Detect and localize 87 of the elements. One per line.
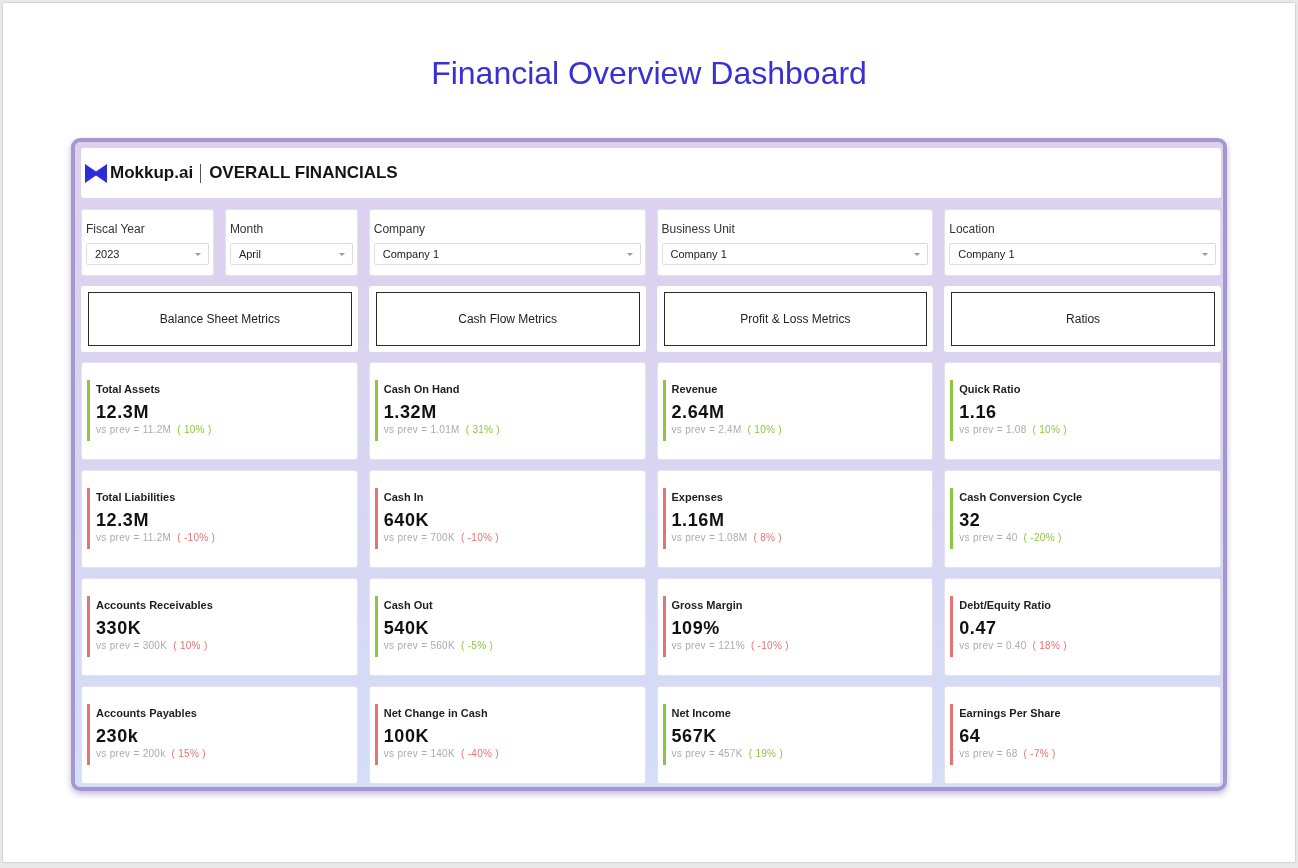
metric-value: 12.3M [96, 401, 151, 423]
change-text: ( 10% ) [173, 639, 208, 653]
caret-icon [194, 252, 201, 256]
change-text: ( -20% ) [1023, 531, 1062, 545]
filter-label: Month [229, 221, 265, 237]
comparison-text: vs prev = 121% [671, 639, 745, 653]
metric-value: 230k [96, 725, 140, 747]
change-text: ( 10% ) [1032, 423, 1067, 437]
metric-label: Total Liabilities [96, 490, 177, 505]
metric-value: 32 [959, 509, 982, 531]
filter-label: Fiscal Year [86, 221, 146, 237]
comparison-text: vs prev = 300K [96, 639, 168, 653]
metric-value: 100K [383, 725, 431, 747]
change-text: ( -10% ) [750, 639, 789, 653]
change-text: ( -5% ) [460, 639, 494, 653]
metric-value: 540K [383, 617, 431, 639]
comparison-text: vs prev = 11.2M [96, 531, 172, 545]
caret-icon [1202, 252, 1208, 256]
logo-icon [85, 163, 107, 183]
change-text: ( 15% ) [171, 747, 206, 761]
comparison-text: vs prev = 68 [959, 747, 1018, 761]
comparison-text: vs prev = 560K [383, 639, 455, 653]
metric-label: Accounts Receivables [96, 598, 213, 613]
change-text: ( -10% ) [177, 531, 216, 545]
comparison-text: vs prev = 2.4M [671, 423, 742, 437]
section-button[interactable]: Profit & Loss Metrics [663, 292, 928, 346]
metric-value: 12.3M [96, 509, 151, 531]
metric-value: 640K [383, 509, 431, 531]
section-button[interactable]: Cash Flow Metrics [375, 292, 640, 346]
dashboard-title: OVERALL FINANCIALS [209, 163, 398, 183]
metric-label: Cash In [383, 490, 425, 505]
comparison-text: vs prev = 1.01M [383, 423, 460, 437]
dropdown[interactable]: Company 1 [949, 243, 1216, 265]
metric-value: 330K [96, 617, 143, 639]
metric-value: 1.16 [959, 401, 998, 423]
dropdown[interactable]: Company 1 [661, 243, 929, 265]
section-button[interactable]: Balance Sheet Metrics [88, 292, 352, 346]
metric-label: Total Assets [96, 382, 162, 397]
change-text: ( 8% ) [753, 531, 782, 545]
page-title: Financial Overview Dashboard [431, 54, 867, 92]
metric-label: Earnings Per Share [959, 706, 1061, 721]
metric-label: Debt/Equity Ratio [959, 598, 1052, 613]
caret-icon [914, 252, 921, 256]
comparison-text: vs prev = 700K [383, 531, 455, 545]
metric-value: 1.16M [671, 509, 726, 531]
change-text: ( 10% ) [747, 423, 782, 437]
change-text: ( 10% ) [177, 423, 212, 437]
change-text: ( 19% ) [748, 747, 784, 761]
comparison-text: vs prev = 200k [96, 747, 166, 761]
metric-value: 1.32M [383, 401, 438, 423]
metric-label: Gross Margin [671, 598, 744, 613]
dropdown[interactable]: Company 1 [373, 243, 641, 265]
change-text: ( 31% ) [465, 423, 500, 437]
change-text: ( 18% ) [1032, 639, 1067, 653]
dropdown[interactable]: April [229, 243, 353, 265]
caret-icon [338, 252, 345, 256]
metric-value: 2.64M [671, 401, 726, 423]
change-text: ( -10% ) [460, 531, 499, 545]
comparison-text: vs prev = 1.08 [959, 423, 1027, 437]
section-button[interactable]: Ratios [951, 292, 1215, 346]
filter-label: Company [373, 221, 427, 237]
caret-icon [626, 252, 633, 256]
metric-label: Cash On Hand [383, 382, 461, 397]
change-text: ( -40% ) [460, 747, 499, 761]
metric-label: Quick Ratio [959, 382, 1022, 397]
comparison-text: vs prev = 1.08M [671, 531, 748, 545]
metric-label: Cash Conversion Cycle [959, 490, 1083, 505]
comparison-text: vs prev = 0.40 [959, 639, 1027, 653]
metric-label: Net Change in Cash [383, 706, 489, 721]
metric-label: Expenses [671, 490, 724, 505]
comparison-text: vs prev = 40 [959, 531, 1018, 545]
metric-label: Revenue [671, 382, 719, 397]
comparison-text: vs prev = 11.2M [96, 423, 172, 437]
comparison-text: vs prev = 457K [671, 747, 743, 761]
metric-label: Accounts Payables [96, 706, 198, 721]
metric-value: 0.47 [959, 617, 998, 639]
filter-label: Location [949, 221, 996, 237]
metric-value: 109% [671, 617, 721, 639]
brand-name: Mokkup.ai [110, 163, 194, 183]
metric-label: Cash Out [383, 598, 434, 613]
metric-label: Net Income [671, 706, 732, 721]
filter-label: Business Unit [661, 221, 736, 237]
metric-value: 567K [671, 725, 718, 747]
comparison-text: vs prev = 140K [383, 747, 455, 761]
dropdown[interactable]: 2023 [86, 243, 209, 265]
metric-value: 64 [959, 725, 982, 747]
change-text: ( -7% ) [1023, 747, 1056, 761]
